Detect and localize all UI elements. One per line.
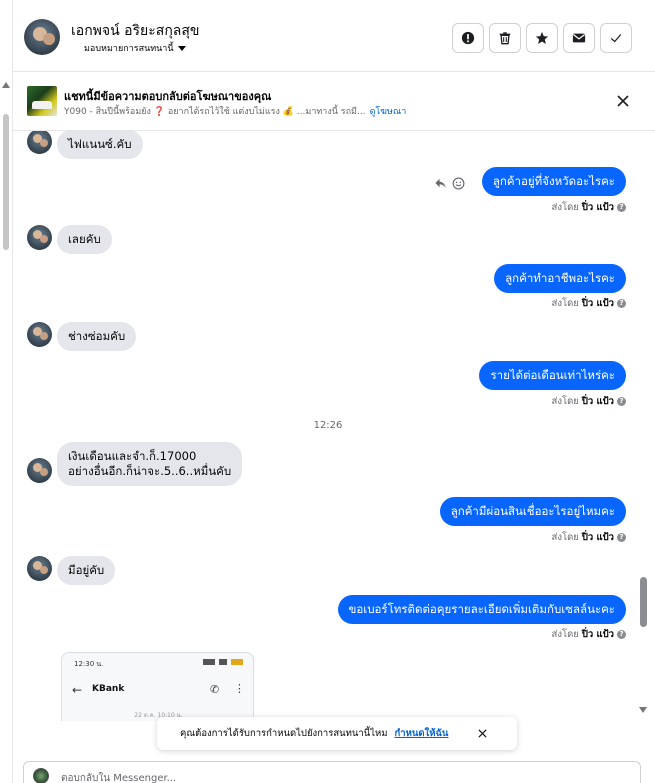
info-icon[interactable]: ?	[617, 299, 626, 308]
reply-composer[interactable]: ตอบกลับใน Messenger...	[23, 761, 641, 783]
message-list-scrollbar[interactable]	[637, 131, 651, 721]
info-icon[interactable]: ?	[617, 533, 626, 542]
sender-avatar	[27, 556, 52, 581]
info-icon[interactable]: ?	[617, 630, 626, 639]
sender-avatar	[27, 225, 52, 250]
phone-call-icon: ✆	[210, 683, 220, 696]
incoming-message[interactable]: เลยคับ	[57, 225, 112, 254]
star-icon	[535, 31, 549, 44]
alert-circle-icon	[461, 31, 475, 45]
sender-avatar	[27, 322, 52, 347]
image-attachment[interactable]: 12:30 น. ← KBank ✆ ⋮ 22 ต.ค. 10:10 น.	[61, 652, 254, 721]
envelope-icon	[572, 33, 586, 43]
ad-reply-banner: แชทนี้มีข้อความตอบกลับต่อโฆษณาของคุณ Y09…	[13, 72, 655, 131]
composer-placeholder[interactable]: ตอบกลับใน Messenger...	[61, 771, 176, 783]
outgoing-message[interactable]: ขอเบอร์โทรติดต่อคุยรายละเอียดเพิ่มเติมกั…	[337, 595, 626, 624]
sender-name: ปิ่ว แป้ว	[581, 298, 614, 309]
assign-label: มอบหมายการสนทนานี้	[84, 44, 174, 54]
view-ad-link[interactable]: ดูโฆษณา	[370, 107, 407, 117]
phone-status-time: 12:30 น.	[74, 660, 104, 668]
message-list: ไฟแนนซ์.คับ ลูกค้าอยู่ที่จังหวัดอะไรคะ ส…	[13, 131, 655, 721]
header-actions	[452, 23, 632, 53]
sender-name: ปิ่ว แป้ว	[581, 202, 614, 213]
sent-by-label: ส่งโดย ปิ่ว แป้ว?	[552, 394, 626, 409]
sender-avatar	[27, 131, 52, 154]
more-vertical-icon: ⋮	[234, 682, 245, 695]
close-icon[interactable]	[616, 94, 630, 108]
incoming-message[interactable]: มีอยู่คับ	[57, 556, 116, 585]
mark-spam-button[interactable]	[452, 23, 484, 53]
sent-by-prefix: ส่งโดย	[551, 532, 579, 543]
scroll-down-arrow-icon[interactable]	[639, 707, 647, 713]
info-icon[interactable]: ?	[617, 203, 626, 212]
conversation-header: เอกพจน์ อริยะสกุลสุข มอบหมายการสนทนานี้	[13, 0, 655, 72]
trash-icon	[499, 32, 511, 45]
caret-down-icon	[177, 45, 186, 51]
phone-status-icons	[203, 659, 243, 665]
close-icon[interactable]	[477, 728, 488, 739]
back-arrow-icon: ←	[72, 683, 83, 697]
sender-name: ปิ่ว แป้ว	[581, 396, 614, 407]
sender-name: ปิ่ว แป้ว	[581, 629, 614, 640]
conversation-panel: เอกพจน์ อริยะสกุลสุข มอบหมายการสนทนานี้	[12, 0, 655, 783]
message-actions	[434, 177, 465, 190]
sent-by-prefix: ส่งโดย	[551, 298, 579, 309]
scroll-up-arrow-icon[interactable]	[2, 82, 10, 88]
mark-done-button[interactable]	[600, 23, 632, 53]
info-icon[interactable]: ?	[617, 397, 626, 406]
timestamp-divider: 12:26	[313, 420, 343, 431]
page-scrollbar[interactable]	[0, 78, 12, 783]
outgoing-message[interactable]: รายได้ต่อเดือนเท่าไหร่คะ	[479, 361, 626, 390]
message-line: เงินเดือนและจำ.ก็.17000	[68, 449, 197, 463]
phone-app-title: KBank	[92, 684, 125, 694]
message-list-scrollbar-thumb[interactable]	[640, 577, 647, 627]
delete-button[interactable]	[489, 23, 521, 53]
outgoing-message[interactable]: ลูกค้าทำอาชีพอะไรคะ	[494, 264, 626, 293]
incoming-message[interactable]: ไฟแนนซ์.คับ	[57, 131, 143, 159]
sent-by-label: ส่งโดย ปิ่ว แป้ว?	[552, 530, 626, 545]
reply-icon[interactable]	[434, 177, 447, 190]
assign-prompt-text: คุณต้องการได้รับการกำหนดไปยังการสนทนานี้…	[180, 728, 388, 739]
message-line: อย่างอื่นอีก.ก็น่าจะ.5..6..หมื่นคับ	[68, 464, 232, 478]
sender-avatar	[27, 458, 52, 483]
checkmark-icon	[610, 34, 622, 43]
sent-by-label: ส่งโดย ปิ่ว แป้ว?	[552, 627, 626, 642]
star-button[interactable]	[526, 23, 558, 53]
assign-to-me-link[interactable]: กำหนดให้ฉัน	[395, 726, 449, 741]
incoming-message[interactable]: เงินเดือนและจำ.ก็.17000 อย่างอื่นอีก.ก็น…	[57, 442, 243, 486]
assign-prompt-toast: คุณต้องการได้รับการกำหนดไปยังการสนทนานี้…	[157, 717, 517, 750]
contact-name[interactable]: เอกพจน์ อริยะสกุลสุข	[71, 20, 200, 42]
contact-avatar[interactable]	[24, 19, 60, 55]
messenger-window: เอกพจน์ อริยะสกุลสุข มอบหมายการสนทนานี้	[0, 0, 655, 783]
ad-description-text: Y090 - สินปีนี้พร้อมยัง ❓ อยากได้รถไว้ใช…	[64, 107, 366, 117]
smiley-icon[interactable]	[452, 177, 465, 190]
ad-banner-description: Y090 - สินปีนี้พร้อมยัง ❓ อยากได้รถไว้ใช…	[64, 104, 406, 118]
sent-by-prefix: ส่งโดย	[551, 202, 579, 213]
ad-banner-title: แชทนี้มีข้อความตอบกลับต่อโฆษณาของคุณ	[64, 90, 272, 103]
sender-name: ปิ่ว แป้ว	[581, 532, 614, 543]
assign-conversation-dropdown[interactable]: มอบหมายการสนทนานี้	[84, 41, 186, 55]
outgoing-message[interactable]: ลูกค้าอยู่ที่จังหวัดอะไรคะ	[481, 167, 626, 196]
outgoing-message[interactable]: ลูกค้ามีผ่อนสินเชื่ออะไรอยู่ไหมคะ	[439, 497, 626, 526]
sent-by-label: ส่งโดย ปิ่ว แป้ว?	[552, 296, 626, 311]
mark-unread-button[interactable]	[563, 23, 595, 53]
ad-thumbnail[interactable]	[27, 86, 57, 116]
incoming-message[interactable]: ช่างซ่อมคับ	[57, 322, 137, 351]
page-scrollbar-thumb[interactable]	[3, 114, 9, 250]
sent-by-prefix: ส่งโดย	[551, 396, 579, 407]
sent-by-prefix: ส่งโดย	[551, 629, 579, 640]
sent-by-label: ส่งโดย ปิ่ว แป้ว?	[552, 200, 626, 215]
page-avatar	[33, 768, 49, 783]
